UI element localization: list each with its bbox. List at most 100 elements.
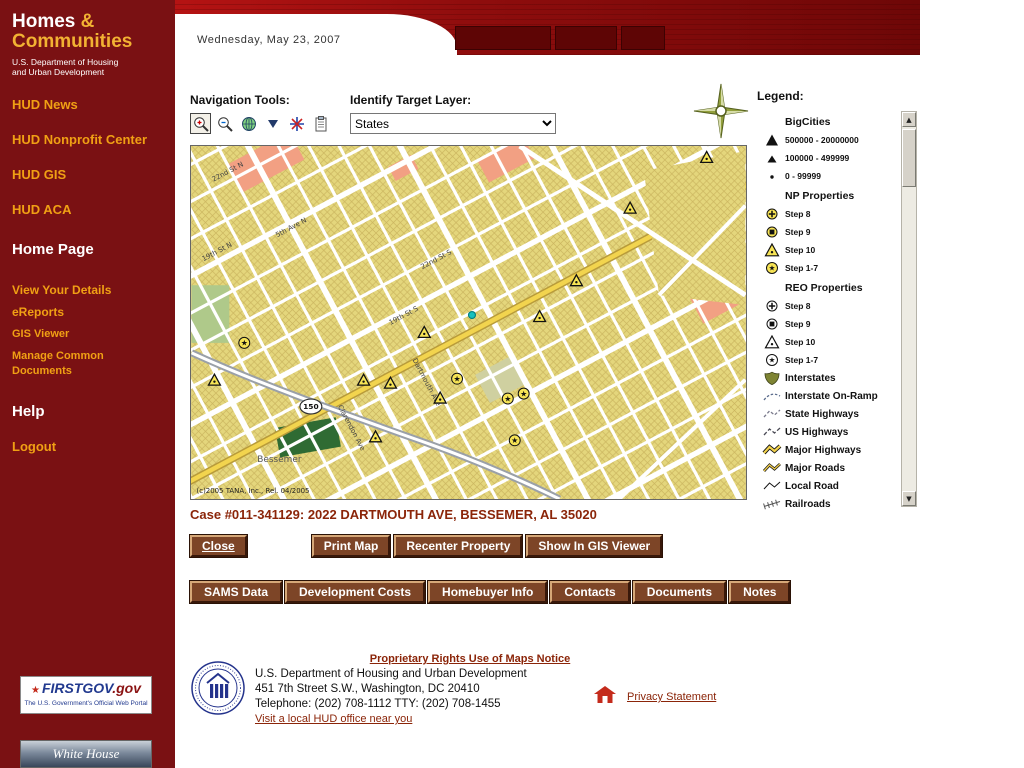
- maps-notice: Proprietary Rights Use of Maps Notice: [190, 649, 750, 667]
- property-marker-star[interactable]: ★: [239, 337, 250, 348]
- legend-label: 500000 - 20000000: [785, 135, 859, 145]
- privacy-statement-link[interactable]: Privacy Statement: [627, 691, 716, 703]
- logo-title: Homes &: [12, 12, 163, 32]
- date-text: Wednesday, May 23, 2007: [197, 34, 341, 46]
- legend-list: BigCities500000 - 20000000100000 - 49999…: [759, 111, 899, 513]
- banner-nav-box[interactable]: [621, 26, 665, 50]
- scroll-down-button[interactable]: ▼: [902, 491, 916, 506]
- reo-cross-icon: [759, 299, 785, 313]
- layer-select[interactable]: States: [350, 113, 556, 134]
- svg-text:★: ★: [769, 356, 776, 365]
- maps-notice-link[interactable]: Proprietary Rights Use of Maps Notice: [370, 653, 571, 665]
- tab-notes[interactable]: Notes: [729, 581, 790, 603]
- sidebar-item-gis-viewer[interactable]: GIS Viewer: [12, 327, 163, 342]
- map-image[interactable]: 22nd St N5th Ave N19th St N22nd St S19th…: [190, 145, 747, 500]
- sidebar-item-hud-gis[interactable]: HUD GIS: [12, 167, 163, 182]
- legend-label: Step 9: [785, 227, 811, 237]
- legend-label: Step 1-7: [785, 263, 818, 273]
- dot-icon: [759, 169, 785, 183]
- scroll-up-button[interactable]: ▲: [902, 112, 916, 127]
- firstgov-name: FIRSTGOV: [42, 680, 112, 696]
- sidebar-item-manage-common-documents[interactable]: Manage Common Documents: [12, 349, 163, 379]
- property-marker-star[interactable]: ★: [502, 393, 513, 404]
- zoom-in-icon[interactable]: [190, 113, 211, 134]
- legend-label: 100000 - 499999: [785, 153, 849, 163]
- property-marker-star[interactable]: ★: [518, 388, 529, 399]
- tab-contacts[interactable]: Contacts: [550, 581, 629, 603]
- np-star-icon: ★: [759, 261, 785, 275]
- legend-label: 0 - 99999: [785, 171, 821, 181]
- identify-arrow-icon[interactable]: [262, 113, 283, 134]
- local-road-icon: [759, 479, 785, 493]
- sidebar-item-home-page[interactable]: Home Page: [12, 242, 163, 257]
- legend-item: Step 10: [759, 333, 899, 351]
- svg-text:★: ★: [511, 436, 518, 445]
- target-property-dot[interactable]: [469, 312, 476, 319]
- sidebar-item-logout[interactable]: Logout: [12, 439, 163, 454]
- actions-row: Close Print Map Recenter Property Show I…: [190, 535, 662, 557]
- legend-scrollbar[interactable]: ▲ ▼: [901, 111, 917, 507]
- svg-text:★: ★: [769, 264, 776, 273]
- sidebar-item-hud-nonprofit-center[interactable]: HUD Nonprofit Center: [12, 132, 163, 147]
- show-in-gis-viewer-button[interactable]: Show In GIS Viewer: [526, 535, 662, 557]
- sidebar-item-view-your-details[interactable]: View Your Details: [12, 283, 163, 298]
- sidebar-item-ereports[interactable]: eReports: [12, 305, 163, 320]
- tab-sams-data[interactable]: SAMS Data: [190, 581, 282, 603]
- svg-text:★: ★: [454, 374, 461, 383]
- compass-rose-icon: [693, 83, 749, 144]
- print-map-button[interactable]: Print Map: [312, 535, 391, 557]
- legend-item: Step 10: [759, 241, 899, 259]
- sidebar-item-hud-news[interactable]: HUD News: [12, 97, 163, 112]
- onramp-icon: [759, 389, 785, 403]
- whitehouse-image[interactable]: White House: [20, 740, 152, 768]
- top-banner: Wednesday, May 23, 2007: [175, 0, 920, 55]
- legend-item: Major Highways: [759, 441, 899, 459]
- legend-item: Interstate On-Ramp: [759, 387, 899, 405]
- reo-tri-icon: [759, 335, 785, 349]
- np-square-icon: [759, 225, 785, 239]
- clipboard-icon[interactable]: [310, 113, 331, 134]
- shield-icon: [759, 371, 785, 385]
- legend-label: Step 9: [785, 319, 811, 329]
- legend-item: 100000 - 499999: [759, 149, 899, 167]
- logo-title-2: Communities: [12, 32, 163, 52]
- legend-item: Major Roads: [759, 459, 899, 477]
- tri-lg-icon: [759, 133, 785, 147]
- legend-title: Legend:: [757, 89, 804, 103]
- clear-selection-star-icon[interactable]: [286, 113, 307, 134]
- tab-documents[interactable]: Documents: [633, 581, 726, 603]
- privacy-area: Privacy Statement: [593, 685, 716, 709]
- property-marker-star[interactable]: ★: [509, 435, 520, 446]
- banner-nav-box[interactable]: [555, 26, 617, 50]
- banner-nav-box[interactable]: [455, 26, 551, 50]
- legend-item: Local Road: [759, 477, 899, 495]
- visit-hud-office-link[interactable]: Visit a local HUD office near you: [255, 713, 412, 725]
- legend-item: State Highways: [759, 405, 899, 423]
- legend-label: US Highways: [785, 427, 848, 438]
- full-extent-globe-icon[interactable]: [238, 113, 259, 134]
- recenter-property-button[interactable]: Recenter Property: [394, 535, 522, 557]
- reo-square-icon: [759, 317, 785, 331]
- property-marker-star[interactable]: ★: [452, 373, 463, 384]
- sidebar-nav: HUD News HUD Nonprofit Center HUD GIS HUD A…: [0, 97, 175, 454]
- svg-text:★: ★: [520, 389, 527, 398]
- tab-development-costs[interactable]: Development Costs: [285, 581, 425, 603]
- close-button[interactable]: Close: [190, 535, 247, 557]
- legend-label: Step 10: [785, 245, 815, 255]
- firstgov-logo[interactable]: ★FIRSTGOV.gov The U.S. Government's Offi…: [20, 676, 152, 714]
- address-line: U.S. Department of Housing and Urban Dev…: [255, 667, 527, 682]
- legend-label: Major Highways: [785, 445, 861, 456]
- svg-text:150: 150: [303, 402, 319, 411]
- tab-homebuyer-info[interactable]: Homebuyer Info: [428, 581, 547, 603]
- zoom-out-icon[interactable]: [214, 113, 235, 134]
- home-icon: [593, 685, 617, 709]
- us-hwy-icon: [759, 425, 785, 439]
- scrollbar-thumb[interactable]: [902, 129, 916, 187]
- whitehouse-label: White House: [53, 746, 120, 762]
- sidebar-item-hud-aca[interactable]: HUD ACA: [12, 202, 163, 217]
- legend-item: 0 - 99999: [759, 167, 899, 185]
- np-cross-icon: [759, 207, 785, 221]
- legend-item: Interstates: [759, 369, 899, 387]
- major-hwy-icon: [759, 443, 785, 457]
- sidebar-item-help[interactable]: Help: [12, 404, 163, 419]
